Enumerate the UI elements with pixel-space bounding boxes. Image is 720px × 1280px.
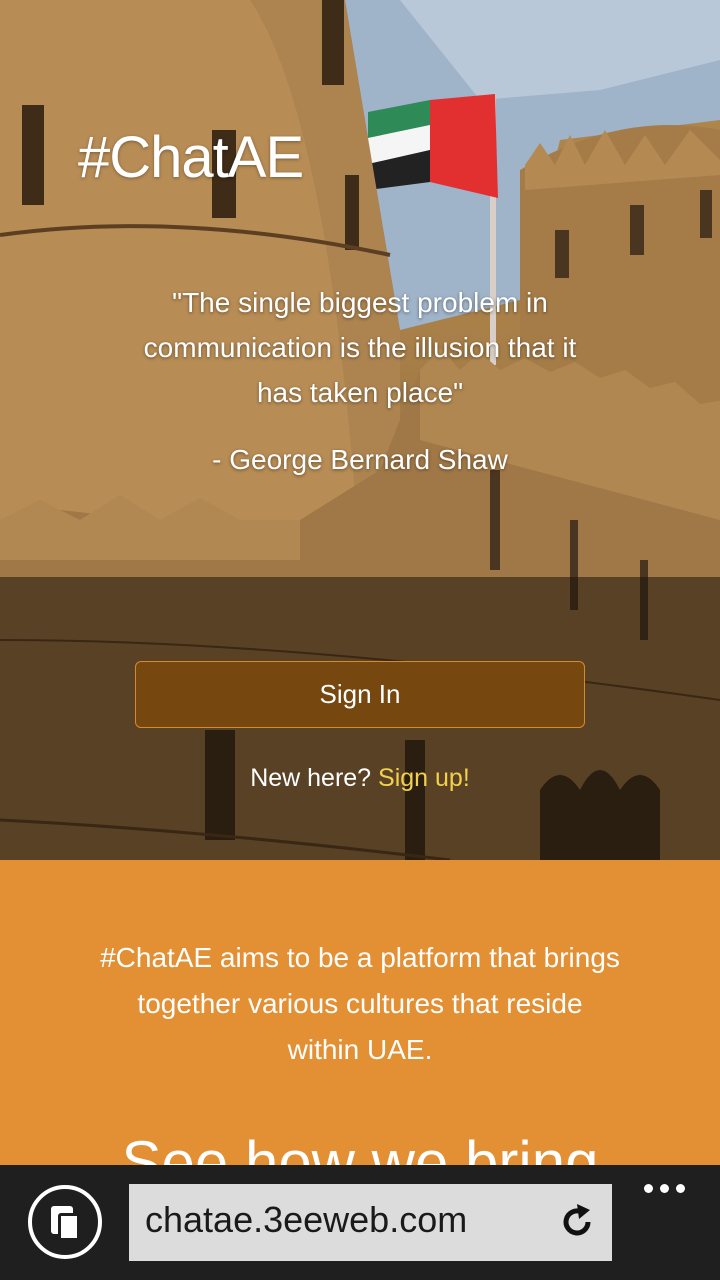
signup-prompt: New here? Sign up! (0, 758, 720, 798)
quote-line: communication is the illusion that it (143, 332, 577, 363)
new-here-text: New here? (250, 764, 379, 792)
more-icon[interactable] (640, 1179, 690, 1199)
quote-line: has taken place" (256, 377, 464, 408)
address-bar[interactable]: chatae.3eeweb.com (129, 1184, 612, 1261)
uae-flag-icon (368, 94, 498, 198)
sign-up-link[interactable]: Sign up! (378, 764, 470, 792)
tabs-icon[interactable] (28, 1185, 102, 1259)
about-text: #ChatAE aims to be a platform that bring… (60, 935, 660, 1073)
screen: #ChatAE "The single biggest problem in c… (0, 0, 720, 1280)
quote-line: "The single biggest problem in (172, 287, 548, 318)
quote-author: - George Bernard Shaw (212, 444, 508, 475)
about-line: together various cultures that reside (137, 988, 583, 1019)
hero-section: #ChatAE "The single biggest problem in c… (0, 0, 720, 860)
refresh-icon[interactable] (557, 1202, 597, 1242)
sign-in-button[interactable]: Sign In (135, 661, 585, 728)
section-heading: See how we bring (121, 1129, 599, 1165)
url-text: chatae.3eeweb.com (145, 1199, 468, 1240)
about-line: within UAE. (287, 1034, 433, 1065)
browser-toolbar: chatae.3eeweb.com (0, 1165, 720, 1280)
quote-text: "The single biggest problem in communica… (110, 280, 610, 415)
about-section: #ChatAE aims to be a platform that bring… (0, 860, 720, 1165)
about-line: #ChatAE aims to be a platform that bring… (100, 942, 620, 973)
page-title: #ChatAE (78, 125, 304, 190)
